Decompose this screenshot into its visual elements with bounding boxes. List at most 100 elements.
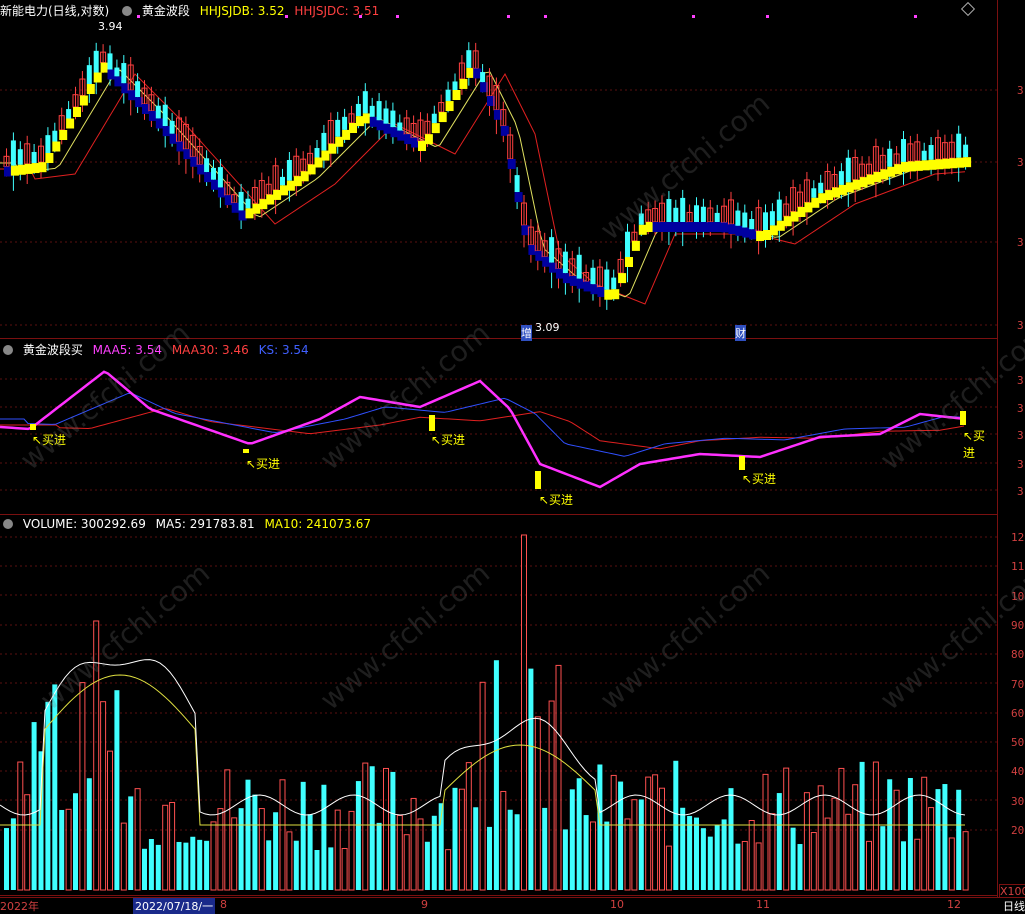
volume-bar bbox=[403, 834, 410, 891]
band-block bbox=[52, 141, 61, 152]
candle-body bbox=[286, 160, 292, 181]
candle-body bbox=[86, 65, 92, 84]
band-block bbox=[418, 141, 426, 151]
candle-body bbox=[314, 148, 320, 158]
volume-bar bbox=[948, 837, 955, 891]
buy-bar bbox=[243, 449, 249, 453]
band-block bbox=[300, 171, 309, 182]
band-block bbox=[438, 112, 447, 123]
volume-bar bbox=[424, 841, 430, 890]
buy-bar bbox=[429, 415, 435, 431]
volume-bar bbox=[721, 819, 727, 890]
band-block bbox=[17, 164, 26, 175]
volume-bar bbox=[10, 818, 16, 890]
band-block bbox=[286, 180, 295, 191]
volume-bar bbox=[452, 787, 458, 890]
band-block bbox=[204, 172, 213, 183]
band-block bbox=[114, 76, 123, 87]
volume-bar bbox=[872, 761, 879, 891]
candle-body bbox=[204, 158, 210, 173]
band-block bbox=[797, 207, 806, 217]
volume-tick: 80 bbox=[1011, 648, 1025, 662]
buy-bar bbox=[30, 424, 36, 430]
volume-bar bbox=[700, 828, 706, 890]
volume-bar bbox=[300, 781, 306, 890]
band-block bbox=[10, 165, 19, 176]
band-block bbox=[556, 268, 564, 279]
ma10-line bbox=[0, 674, 965, 826]
volume-bar bbox=[204, 840, 210, 890]
volume-bar bbox=[273, 812, 279, 890]
volume-bar bbox=[169, 801, 176, 891]
x-selected-date[interactable]: 2022/07/18/一 bbox=[133, 898, 216, 914]
volume-bar bbox=[790, 827, 796, 890]
price-chart bbox=[0, 15, 997, 326]
volume-tick: 30 bbox=[1011, 794, 1025, 808]
band-block bbox=[376, 120, 385, 131]
candle-body bbox=[10, 140, 16, 166]
band-block bbox=[507, 158, 516, 169]
volume-bar bbox=[231, 817, 238, 891]
volume-bar bbox=[465, 762, 472, 891]
band-block bbox=[845, 182, 854, 193]
x-corner-label: 日线 bbox=[1003, 900, 1025, 913]
candle-body bbox=[480, 72, 486, 83]
band-block bbox=[756, 231, 765, 242]
band-block bbox=[390, 127, 399, 138]
band-block bbox=[880, 169, 889, 180]
high-label: 3.94 bbox=[98, 20, 123, 33]
volume-bar bbox=[942, 784, 948, 890]
volume-bar bbox=[286, 831, 293, 891]
volume-bar bbox=[390, 771, 396, 890]
volume-pane[interactable]: VOLUME: 300292.69 MA5: 291783.81 MA10: 2… bbox=[0, 515, 997, 896]
band-block bbox=[687, 222, 696, 232]
y-axis bbox=[997, 0, 1025, 897]
band-block bbox=[362, 113, 371, 124]
volume-bar bbox=[73, 793, 78, 890]
band-block bbox=[424, 134, 433, 145]
price-tick: 3 bbox=[1017, 156, 1024, 169]
volume-bar bbox=[107, 750, 113, 891]
volume-bar bbox=[493, 660, 499, 890]
volume-bar bbox=[31, 722, 37, 890]
candle-body bbox=[714, 212, 720, 222]
volume-tick: 70 bbox=[1011, 677, 1025, 691]
volume-bar bbox=[824, 817, 831, 891]
band-block bbox=[714, 222, 723, 232]
buy-signal: ↖买进 bbox=[742, 472, 777, 486]
band-block bbox=[694, 222, 702, 232]
price-pane[interactable]: 新能电力(日线,对数) 黄金波段 HHJSJDB: 3.52 HHJSJDC: … bbox=[0, 0, 997, 341]
volume-bar bbox=[383, 767, 389, 891]
candle-body bbox=[735, 210, 741, 226]
band-block bbox=[942, 158, 951, 169]
band-block bbox=[928, 159, 937, 170]
candle-body bbox=[604, 269, 610, 290]
band-block bbox=[769, 225, 778, 236]
buy-signal: ↖买进 bbox=[963, 429, 986, 460]
candle-body bbox=[321, 132, 327, 151]
band-block bbox=[307, 164, 316, 175]
band-block bbox=[59, 130, 68, 140]
volume-bar bbox=[548, 700, 555, 891]
candle-body bbox=[217, 167, 223, 188]
volume-bar bbox=[631, 799, 638, 891]
volume-chart bbox=[0, 534, 997, 891]
volume-bar bbox=[817, 785, 824, 891]
volume-bar bbox=[928, 807, 935, 891]
volume-bar bbox=[183, 842, 189, 890]
x-month: 10 bbox=[610, 898, 624, 911]
volume-bar bbox=[252, 794, 258, 890]
band-block bbox=[700, 222, 709, 232]
band-block bbox=[280, 185, 288, 196]
band-block bbox=[638, 224, 647, 235]
volume-bar bbox=[321, 784, 327, 890]
volume-bar bbox=[590, 821, 596, 891]
volume-bar bbox=[748, 819, 755, 891]
signal-dot bbox=[507, 15, 510, 18]
candle-body bbox=[66, 109, 72, 119]
volume-bar bbox=[17, 761, 24, 891]
band-block bbox=[894, 164, 903, 175]
band-block bbox=[783, 216, 792, 227]
band-block bbox=[445, 101, 454, 112]
candle-body bbox=[928, 145, 934, 160]
